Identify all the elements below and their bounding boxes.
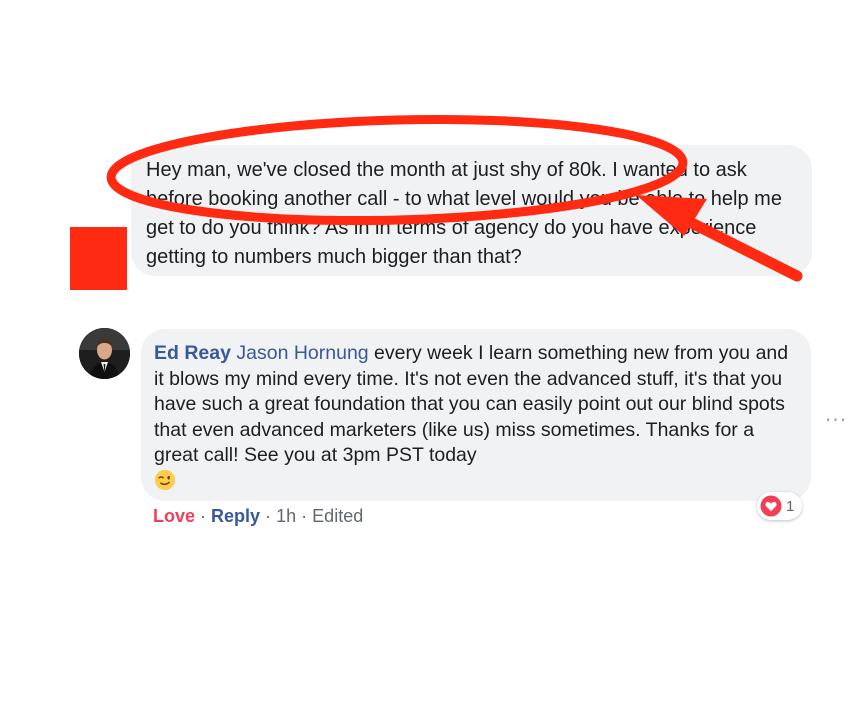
timestamp-link[interactable]: 1h: [276, 506, 296, 526]
comment-actions-row: Love · Reply · 1h · Edited: [153, 506, 363, 527]
separator-dot: ·: [265, 506, 272, 526]
reply-link[interactable]: Reply: [211, 506, 260, 526]
reaction-count-pill[interactable]: 1: [757, 492, 803, 520]
edited-label[interactable]: Edited: [312, 506, 363, 526]
heart-reaction-icon: [760, 495, 782, 517]
separator-dot: ·: [200, 506, 207, 526]
comment-author-link[interactable]: Ed Reay: [154, 342, 231, 364]
winking-face-emoji-icon: [154, 469, 176, 490]
reaction-count: 1: [786, 497, 795, 515]
avatar-photo: [79, 328, 130, 379]
message-text: Hey man, we've closed the month at just …: [146, 159, 782, 268]
screenshot-stage: Hey man, we've closed the month at just …: [0, 0, 859, 710]
more-options-icon[interactable]: ···: [825, 408, 847, 432]
tagged-user-link[interactable]: Jason Hornung: [236, 342, 368, 364]
separator-dot: ·: [301, 506, 308, 526]
message-bubble: Hey man, we've closed the month at just …: [131, 145, 812, 276]
red-square-marker: [70, 227, 127, 290]
avatar[interactable]: [79, 328, 130, 379]
love-reaction-link[interactable]: Love: [153, 506, 195, 526]
comment-bubble: Ed Reay Jason Hornung every week I learn…: [141, 329, 811, 501]
